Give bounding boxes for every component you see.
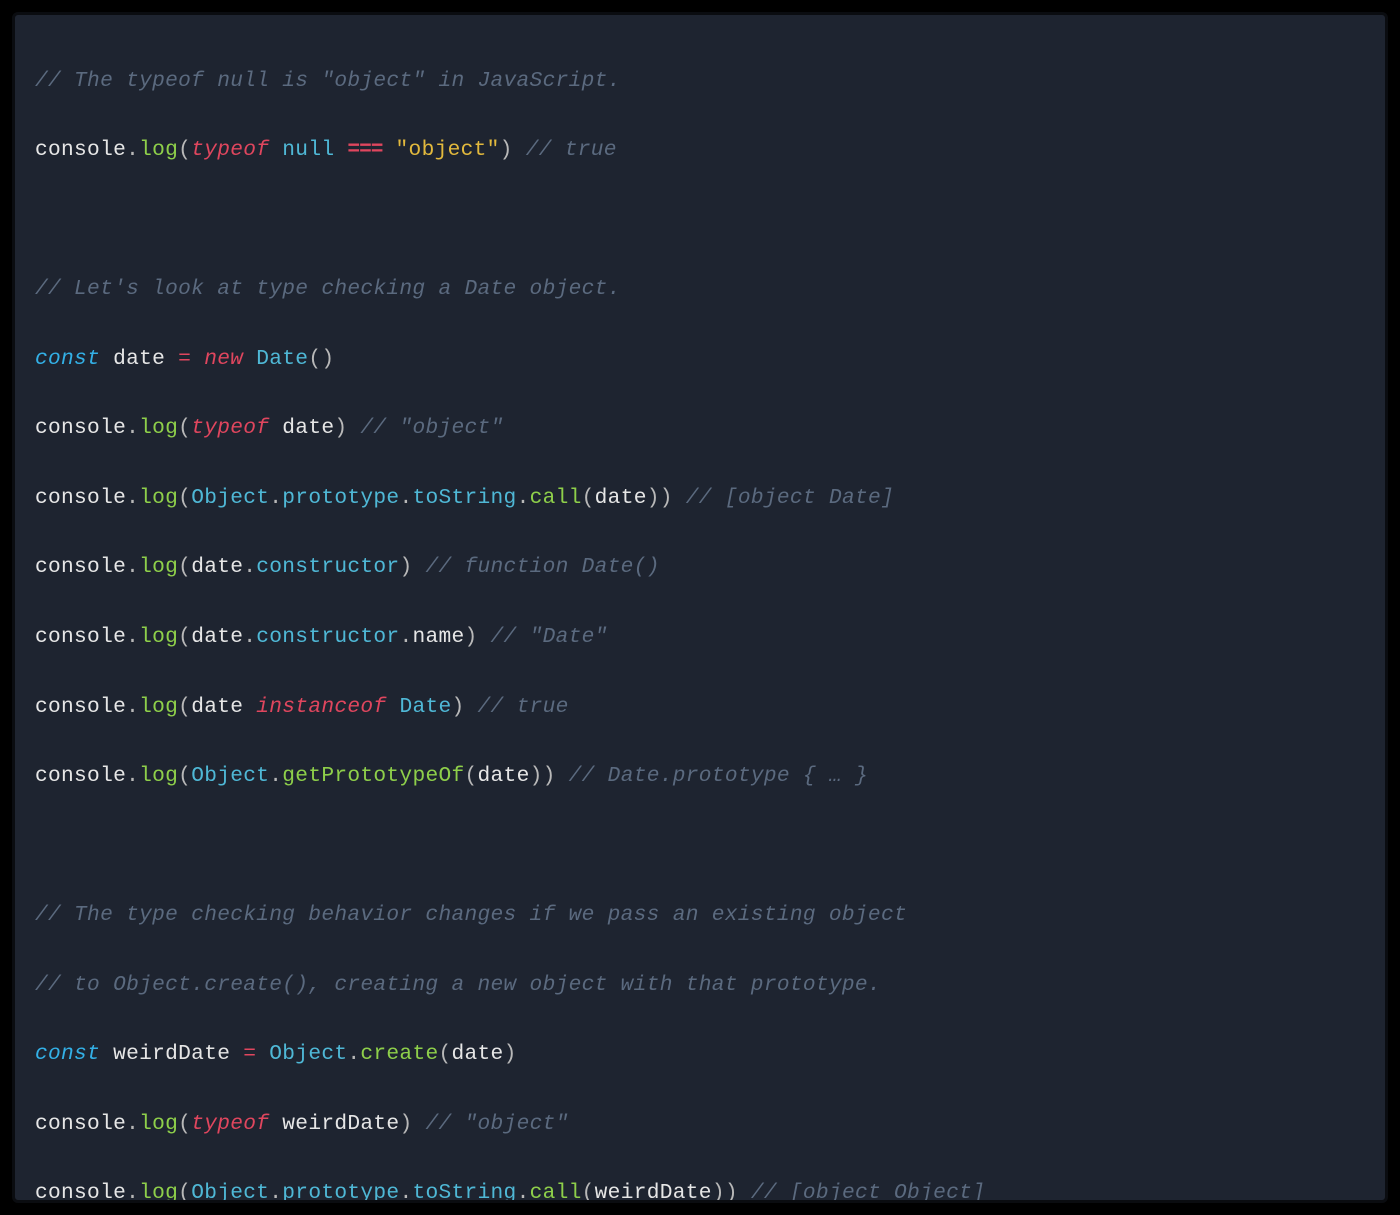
- code-line: // The type checking behavior changes if…: [35, 898, 1365, 933]
- code-line: console.log(date.constructor) // functio…: [35, 550, 1365, 585]
- code-line: console.log(Object.prototype.toString.ca…: [35, 481, 1365, 516]
- typeof-keyword: typeof: [191, 138, 269, 162]
- comment: // The typeof null is "object" in JavaSc…: [35, 69, 621, 93]
- strict-equals: ===: [347, 138, 382, 162]
- code-line: console.log(date instanceof Date) // tru…: [35, 690, 1365, 725]
- code-line: // to Object.create(), creating a new ob…: [35, 968, 1365, 1003]
- const-keyword: const: [35, 347, 100, 371]
- code-line: console.log(typeof null === "object") //…: [35, 133, 1365, 168]
- code-line: console.log(date.constructor.name) // "D…: [35, 620, 1365, 655]
- code-screenshot-outer: // The typeof null is "object" in JavaSc…: [0, 0, 1400, 1215]
- blank-line: [35, 203, 1365, 238]
- blank-line: [35, 829, 1365, 864]
- new-keyword: new: [204, 347, 243, 371]
- code-line: // The typeof null is "object" in JavaSc…: [35, 64, 1365, 99]
- code-line: console.log(typeof weirdDate) // "object…: [35, 1107, 1365, 1142]
- code-line: const weirdDate = Object.create(date): [35, 1037, 1365, 1072]
- code-line: console.log(Object.prototype.toString.ca…: [35, 1176, 1365, 1203]
- code-line: const date = new Date(): [35, 342, 1365, 377]
- code-line: console.log(Object.getPrototypeOf(date))…: [35, 759, 1365, 794]
- null-literal: null: [282, 138, 334, 162]
- code-line: console.log(typeof date) // "object": [35, 411, 1365, 446]
- instanceof-keyword: instanceof: [256, 695, 386, 719]
- code-block: // The typeof null is "object" in JavaSc…: [12, 12, 1388, 1203]
- code-line: // Let's look at type checking a Date ob…: [35, 272, 1365, 307]
